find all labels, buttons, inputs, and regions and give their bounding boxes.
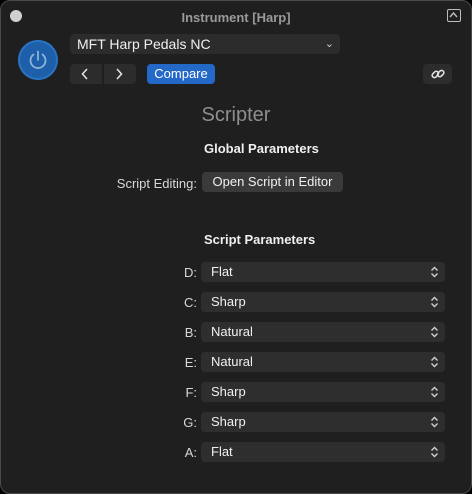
param-label: D: [184, 265, 197, 280]
open-script-button[interactable]: Open Script in Editor [202, 172, 343, 192]
chevron-down-icon: ⌄ [324, 38, 334, 50]
plugin-window: Instrument [Harp] MFT Harp Pedals NC ⌄ C… [0, 0, 472, 494]
preset-name: MFT Harp Pedals NC [77, 36, 211, 52]
chevron-right-icon [116, 68, 123, 80]
up-down-chevron-icon [431, 326, 438, 338]
link-button[interactable] [423, 64, 452, 84]
preset-menu[interactable]: MFT Harp Pedals NC ⌄ [70, 34, 340, 54]
param-value: Natural [211, 354, 253, 369]
link-icon [431, 69, 445, 79]
param-label: B: [184, 325, 197, 340]
param-label: G: [183, 415, 197, 430]
up-down-chevron-icon [431, 266, 438, 278]
param-value: Sharp [211, 414, 246, 429]
chevron-left-icon [81, 68, 88, 80]
param-label: A: [184, 445, 197, 460]
param-select[interactable]: Flat [201, 442, 445, 462]
previous-preset-button[interactable] [70, 64, 102, 84]
up-down-chevron-icon [431, 416, 438, 428]
plugin-name: Scripter [201, 104, 271, 126]
up-down-chevron-icon [431, 296, 438, 308]
script-editing-label: Script Editing: [116, 176, 197, 191]
expand-icon[interactable] [447, 9, 461, 22]
param-value: Sharp [211, 294, 246, 309]
param-label: C: [184, 295, 197, 310]
param-value: Natural [211, 324, 253, 339]
title-bar: Instrument [Harp] [1, 1, 471, 31]
param-select[interactable]: Natural [201, 322, 445, 342]
param-label: F: [185, 385, 197, 400]
param-value: Flat [211, 264, 233, 279]
up-down-chevron-icon [431, 386, 438, 398]
param-select[interactable]: Sharp [201, 382, 445, 402]
global-parameters-heading: Global Parameters [204, 141, 319, 156]
script-parameters-heading: Script Parameters [204, 232, 316, 247]
up-down-chevron-icon [431, 356, 438, 368]
param-select[interactable]: Sharp [201, 412, 445, 432]
up-down-chevron-icon [431, 446, 438, 458]
power-icon[interactable] [18, 40, 58, 80]
param-select[interactable]: Sharp [201, 292, 445, 312]
param-select[interactable]: Natural [201, 352, 445, 372]
window-title: Instrument [Harp] [181, 10, 291, 25]
param-value: Flat [211, 444, 233, 459]
param-select[interactable]: Flat [201, 262, 445, 282]
param-value: Sharp [211, 384, 246, 399]
compare-button[interactable]: Compare [147, 64, 215, 84]
param-label: E: [184, 355, 197, 370]
next-preset-button[interactable] [104, 64, 136, 84]
